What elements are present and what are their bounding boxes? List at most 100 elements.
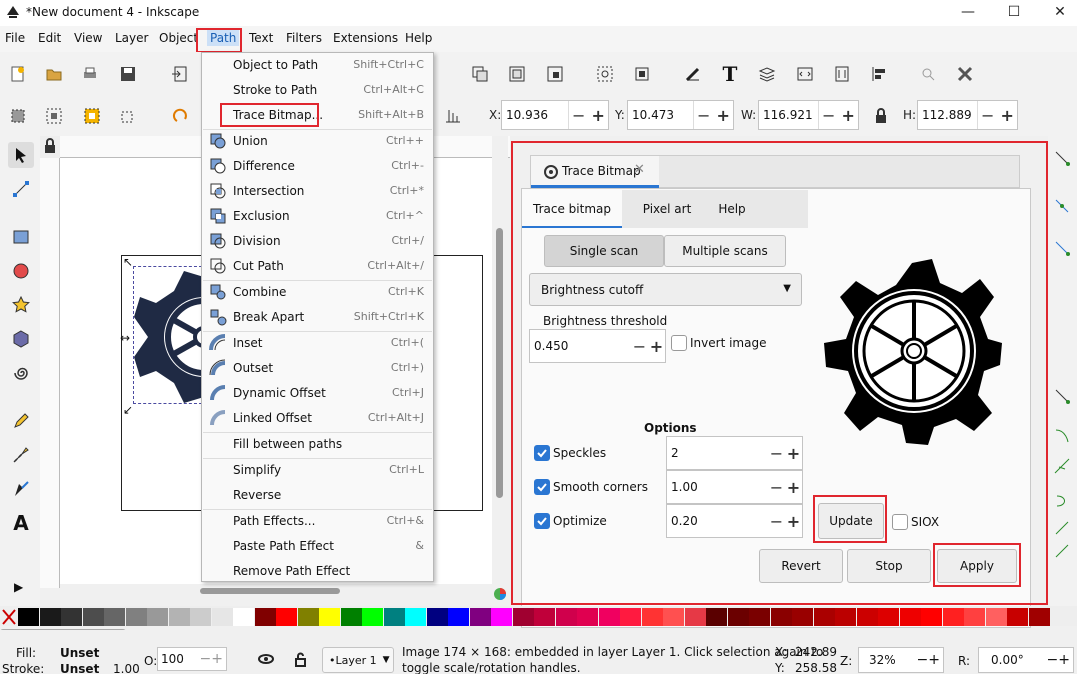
menu-union[interactable]: Union Ctrl++ xyxy=(202,129,433,154)
menu-edit[interactable]: Edit xyxy=(35,30,64,46)
print-preview-icon[interactable] xyxy=(918,64,938,84)
close-button[interactable]: ✕ xyxy=(1037,0,1077,26)
new-document-icon[interactable] xyxy=(8,64,28,84)
scale-handle-l[interactable]: ↔ xyxy=(120,331,130,345)
xml-editor-icon[interactable] xyxy=(795,64,815,84)
color-swatch[interactable] xyxy=(383,608,405,626)
3d-box-tool-icon[interactable] xyxy=(8,326,34,352)
color-swatch[interactable] xyxy=(964,608,985,626)
menu-layer[interactable]: Layer xyxy=(112,30,151,46)
menu-exclusion[interactable]: Exclusion Ctrl+^ xyxy=(202,204,433,229)
color-swatch[interactable] xyxy=(770,608,792,626)
rectangle-tool-icon[interactable] xyxy=(8,224,34,250)
snap-intersection-icon[interactable] xyxy=(1052,456,1072,476)
menu-dynamic-offset[interactable]: Dynamic Offset Ctrl+J xyxy=(202,381,433,406)
snap-curve-icon[interactable] xyxy=(1052,426,1072,446)
deselect-icon[interactable] xyxy=(118,106,138,126)
color-swatch[interactable] xyxy=(684,608,706,626)
menu-extensions[interactable]: Extensions xyxy=(330,30,401,46)
menu-difference[interactable]: Difference Ctrl+- xyxy=(202,154,433,179)
menu-filters[interactable]: Filters xyxy=(283,30,325,46)
color-swatch[interactable] xyxy=(254,608,276,626)
color-swatch[interactable] xyxy=(491,608,512,626)
select-all-layers-icon[interactable] xyxy=(44,106,64,126)
vertical-scroll-thumb[interactable] xyxy=(496,228,503,498)
color-swatch[interactable] xyxy=(18,608,39,626)
select-all-icon[interactable] xyxy=(8,106,28,126)
invert-selection-icon[interactable] xyxy=(82,106,102,126)
zoom-selection-icon[interactable] xyxy=(595,64,615,84)
color-swatch[interactable] xyxy=(899,608,921,626)
selector-tool-icon[interactable] xyxy=(8,142,34,168)
ungroup-icon[interactable] xyxy=(507,64,527,84)
menu-object-to-path[interactable]: Object to Path Shift+Ctrl+C xyxy=(202,53,433,78)
color-swatch[interactable] xyxy=(856,608,878,626)
menu-paste-path-effect[interactable]: Paste Path Effect & xyxy=(202,534,433,559)
align-icon[interactable] xyxy=(443,106,463,126)
color-swatch[interactable] xyxy=(319,608,340,626)
text-tool-icon[interactable]: A xyxy=(8,510,34,536)
color-swatch[interactable] xyxy=(125,608,147,626)
snap-enable-icon[interactable] xyxy=(1052,148,1072,168)
maximize-button[interactable]: ☐ xyxy=(991,0,1037,26)
horizontal-scrollbar[interactable] xyxy=(60,584,492,598)
color-swatch[interactable] xyxy=(878,608,899,626)
color-swatch[interactable] xyxy=(39,608,61,626)
menu-help[interactable]: Help xyxy=(402,30,435,46)
eye-icon[interactable] xyxy=(256,649,276,669)
color-swatch[interactable] xyxy=(835,608,856,626)
y-field[interactable]: 10.473− + xyxy=(627,100,734,130)
color-swatch[interactable] xyxy=(147,608,168,626)
menu-combine[interactable]: Combine Ctrl+K xyxy=(202,280,433,305)
color-swatch[interactable] xyxy=(362,608,383,626)
color-swatch[interactable] xyxy=(211,608,233,626)
color-swatch[interactable] xyxy=(942,608,964,626)
color-swatch[interactable] xyxy=(233,608,254,626)
color-swatch[interactable] xyxy=(82,608,104,626)
menu-intersection[interactable]: Intersection Ctrl+* xyxy=(202,179,433,204)
color-swatch[interactable] xyxy=(598,608,620,626)
menu-remove-path-effect[interactable]: Remove Path Effect xyxy=(202,559,433,584)
h-field[interactable]: 112.889− + xyxy=(917,100,1018,130)
star-tool-icon[interactable] xyxy=(8,292,34,318)
color-swatch[interactable] xyxy=(727,608,749,626)
spiral-tool-icon[interactable] xyxy=(8,360,34,386)
menu-linked-offset[interactable]: Linked Offset Ctrl+Alt+J xyxy=(202,406,433,431)
menu-division[interactable]: Division Ctrl+/ xyxy=(202,229,433,254)
color-swatch[interactable] xyxy=(620,608,641,626)
save-icon[interactable] xyxy=(118,64,138,84)
rotate-ccw-icon[interactable] xyxy=(170,106,190,126)
color-swatch[interactable] xyxy=(706,608,727,626)
scale-handle-bl[interactable]: ↙ xyxy=(123,403,133,417)
fill-stroke-icon[interactable] xyxy=(683,64,703,84)
color-swatch[interactable] xyxy=(340,608,362,626)
color-swatch[interactable] xyxy=(61,608,82,626)
menu-view[interactable]: View xyxy=(71,30,105,46)
vertical-scrollbar[interactable] xyxy=(492,136,508,596)
node-tool-icon[interactable] xyxy=(8,176,34,202)
align-distribute-icon[interactable] xyxy=(869,64,889,84)
lock-icon[interactable] xyxy=(871,106,891,126)
toolbox-expand-icon[interactable]: ▶ xyxy=(14,580,23,594)
color-swatch[interactable] xyxy=(985,608,1007,626)
color-swatch[interactable] xyxy=(276,608,297,626)
pen-tool-icon[interactable] xyxy=(8,442,34,468)
menu-file[interactable]: File xyxy=(2,30,28,46)
stroke-value[interactable]: Unset xyxy=(60,662,99,674)
w-field[interactable]: 116.921− + xyxy=(758,100,859,130)
preferences-icon[interactable] xyxy=(955,64,975,84)
color-swatch[interactable] xyxy=(663,608,684,626)
scale-handle-tl[interactable]: ↖ xyxy=(123,255,133,269)
menu-simplify[interactable]: Simplify Ctrl+L xyxy=(202,458,433,483)
text-font-icon[interactable]: T xyxy=(720,62,740,86)
snap-center-icon[interactable] xyxy=(1052,491,1072,511)
fill-value[interactable]: Unset xyxy=(60,646,99,660)
color-swatch[interactable] xyxy=(405,608,426,626)
color-swatch[interactable] xyxy=(534,608,555,626)
clone-icon[interactable] xyxy=(545,64,565,84)
import-icon[interactable] xyxy=(170,64,190,84)
snap-page-icon[interactable] xyxy=(1052,541,1072,561)
calligraphy-tool-icon[interactable] xyxy=(8,476,34,502)
opacity-field[interactable]: 100 −+ xyxy=(157,647,227,671)
snap-bbox-icon[interactable] xyxy=(1052,196,1072,216)
